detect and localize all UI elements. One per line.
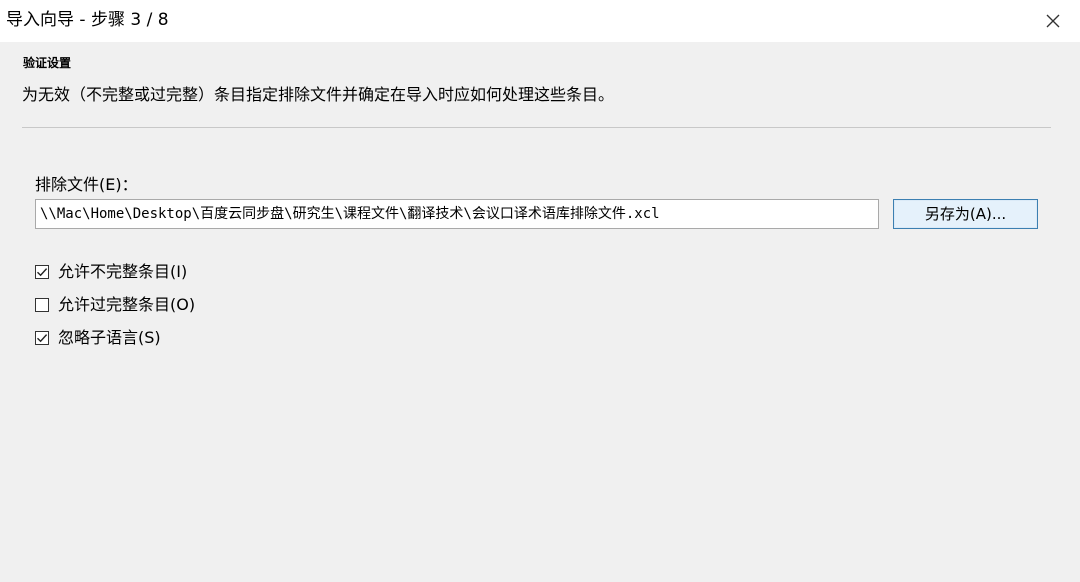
exclude-file-path-input[interactable]: \\Mac\Home\Desktop\百度云同步盘\研究生\课程文件\翻译技术\… (35, 199, 879, 229)
allow-incomplete-checkbox[interactable] (35, 265, 49, 279)
allow-incomplete-label: 允许不完整条目(I) (58, 262, 188, 281)
close-icon (1046, 14, 1060, 28)
title-bar: 导入向导 - 步骤 3 / 8 (0, 0, 1080, 42)
import-wizard-dialog: 导入向导 - 步骤 3 / 8 验证设置 为无效（不完整或过完整）条目指定排除文… (0, 0, 1080, 582)
close-button[interactable] (1026, 0, 1080, 42)
allow-overcomplete-checkbox[interactable] (35, 298, 49, 312)
checkmark-icon (37, 268, 48, 277)
checkmark-icon (37, 334, 48, 343)
section-title: 验证设置 (23, 56, 72, 70)
allow-incomplete-entries-option[interactable]: 允许不完整条目(I) (35, 262, 187, 282)
exclude-file-label: 排除文件(E)： (35, 175, 138, 194)
section-description: 为无效（不完整或过完整）条目指定排除文件并确定在导入时应如何处理这些条目。 (22, 85, 615, 104)
ignore-sublanguages-label: 忽略子语言(S) (58, 328, 161, 347)
window-title: 导入向导 - 步骤 3 / 8 (6, 10, 169, 30)
save-as-button[interactable]: 另存为(A)... (893, 199, 1038, 229)
ignore-sublanguages-option[interactable]: 忽略子语言(S) (35, 328, 161, 348)
header-divider (22, 127, 1051, 128)
allow-overcomplete-label: 允许过完整条目(O) (58, 295, 196, 314)
allow-overcomplete-entries-option[interactable]: 允许过完整条目(O) (35, 295, 195, 315)
ignore-sublanguages-checkbox[interactable] (35, 331, 49, 345)
